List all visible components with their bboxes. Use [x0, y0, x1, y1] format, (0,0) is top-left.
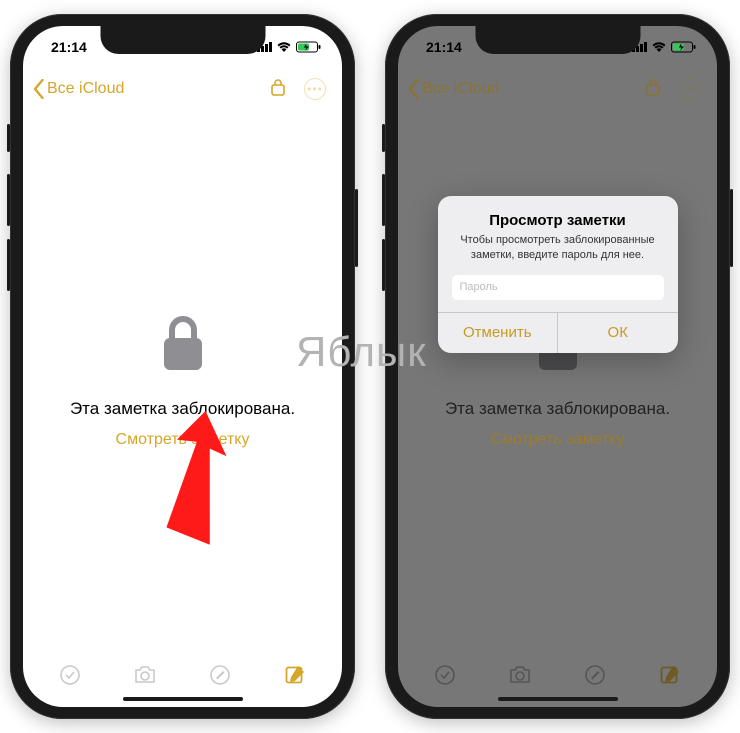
- chevron-left-icon: [33, 79, 45, 99]
- volume-down-button: [7, 239, 10, 291]
- checklist-icon[interactable]: [57, 662, 83, 688]
- chevron-left-icon: [408, 79, 420, 99]
- password-dialog: Просмотр заметки Чтобы просмотреть забло…: [438, 196, 678, 353]
- home-indicator[interactable]: [498, 697, 618, 701]
- lock-icon[interactable]: [645, 77, 661, 102]
- wifi-icon: [651, 41, 667, 53]
- more-options-icon[interactable]: •••: [679, 78, 701, 100]
- notch: [100, 26, 265, 54]
- draw-icon[interactable]: [582, 662, 608, 688]
- home-indicator[interactable]: [123, 697, 243, 701]
- battery-charging-icon: [671, 41, 697, 53]
- status-time: 21:14: [51, 39, 87, 55]
- locked-message: Эта заметка заблокирована.: [445, 399, 670, 419]
- cancel-button[interactable]: Отменить: [438, 313, 558, 353]
- silent-switch: [382, 124, 385, 152]
- volume-down-button: [382, 239, 385, 291]
- phone-mockup-right: 21:14 Все iCloud: [385, 14, 730, 719]
- back-button[interactable]: Все iCloud: [408, 79, 499, 99]
- checklist-icon[interactable]: [432, 662, 458, 688]
- locked-note-content: Эта заметка заблокирована. Смотреть заме…: [398, 110, 717, 651]
- wifi-icon: [276, 41, 292, 53]
- side-button: [355, 189, 358, 267]
- status-time: 21:14: [426, 39, 462, 55]
- back-button[interactable]: Все iCloud: [33, 79, 124, 99]
- dialog-title: Просмотр заметки: [452, 212, 664, 229]
- view-note-link[interactable]: Смотреть заметку: [491, 431, 625, 449]
- password-input[interactable]: [452, 275, 664, 300]
- volume-up-button: [7, 174, 10, 226]
- volume-up-button: [382, 174, 385, 226]
- camera-icon[interactable]: [507, 662, 533, 688]
- side-button: [730, 189, 733, 267]
- dialog-description: Чтобы просмотреть заблокированные заметк…: [452, 233, 664, 263]
- compose-icon[interactable]: [282, 662, 308, 688]
- lock-icon[interactable]: [270, 77, 286, 102]
- ok-button[interactable]: ОК: [557, 313, 678, 353]
- battery-charging-icon: [296, 41, 322, 53]
- nav-bar: Все iCloud •••: [23, 68, 342, 110]
- notch: [475, 26, 640, 54]
- phone-mockup-left: 21:14 Все iCloud: [10, 14, 355, 719]
- more-options-icon[interactable]: •••: [304, 78, 326, 100]
- draw-icon[interactable]: [207, 662, 233, 688]
- back-label: Все iCloud: [47, 80, 124, 98]
- big-lock-icon: [158, 312, 208, 381]
- view-note-link[interactable]: Смотреть заметку: [116, 431, 250, 449]
- nav-bar: Все iCloud •••: [398, 68, 717, 110]
- locked-message: Эта заметка заблокирована.: [70, 399, 295, 419]
- silent-switch: [7, 124, 10, 152]
- locked-note-content: Эта заметка заблокирована. Смотреть заме…: [23, 110, 342, 651]
- camera-icon[interactable]: [132, 662, 158, 688]
- back-label: Все iCloud: [422, 80, 499, 98]
- compose-icon[interactable]: [657, 662, 683, 688]
